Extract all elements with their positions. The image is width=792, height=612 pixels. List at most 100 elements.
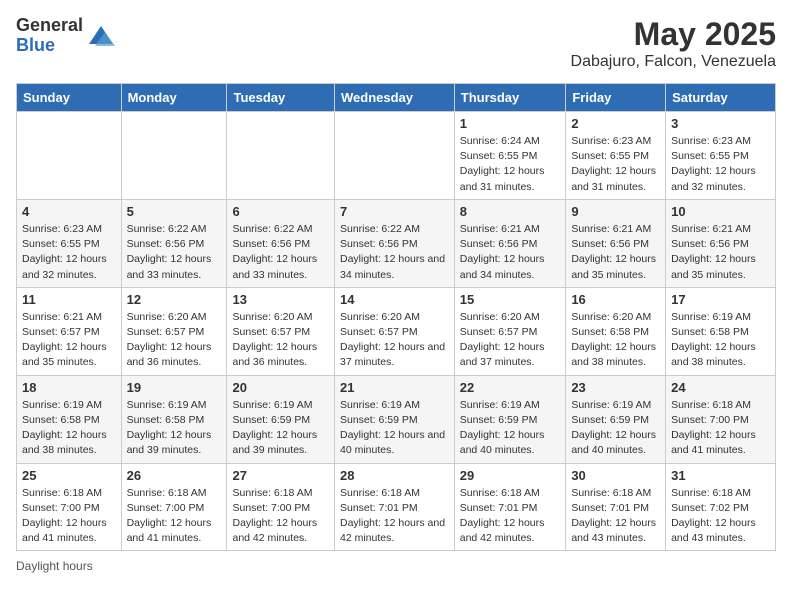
day-number: 18	[22, 380, 116, 395]
table-row: 5Sunrise: 6:22 AM Sunset: 6:56 PM Daylig…	[121, 199, 227, 287]
table-row: 22 Sunrise: 6:19 AM Sunset: 6:59 PM Dayli…	[454, 375, 566, 463]
header-tuesday: Tuesday	[227, 84, 335, 112]
table-row: 7 Sunrise: 6:22 AM Sunset: 6:56 PM Daylig…	[334, 199, 454, 287]
table-row: 18 Sunrise: 6:19 AM Sunset: 6:58 PM Dayli…	[17, 375, 122, 463]
day-info: Sunrise: 6:23 AM Sunset: 6:55 PM Dayligh…	[571, 134, 660, 195]
day-info: Sunrise: 6:19 AM Sunset: 6:58 PM Dayligh…	[22, 398, 116, 459]
day-number: 4	[22, 204, 116, 219]
day-info: Sunrise: 6:20 AM Sunset: 6:58 PM Dayligh…	[571, 310, 660, 371]
table-row: 2 Sunrise: 6:23 AM Sunset: 6:55 PM Daylig…	[566, 112, 666, 200]
day-info: Sunrise: 6:18 AM Sunset: 7:00 PM Dayligh…	[127, 486, 222, 547]
header-wednesday: Wednesday	[334, 84, 454, 112]
table-row: 10Sunrise: 6:21 AM Sunset: 6:56 PM Dayli…	[666, 199, 776, 287]
day-info: Sunrise: 6:19 AM Sunset: 6:59 PM Dayligh…	[460, 398, 561, 459]
logo: General Blue	[16, 16, 115, 56]
table-row: 1 Sunrise: 6:24 AM Sunset: 6:55 PM Daylig…	[454, 112, 566, 200]
table-row: 19Sunrise: 6:19 AM Sunset: 6:58 PM Dayli…	[121, 375, 227, 463]
table-row: 28 Sunrise: 6:18 AM Sunset: 7:01 PM Dayli…	[334, 463, 454, 551]
table-row: 20 Sunrise: 6:19 AM Sunset: 6:59 PM Dayli…	[227, 375, 335, 463]
day-number: 7	[340, 204, 449, 219]
table-row: 30 Sunrise: 6:18 AM Sunset: 7:01 PM Dayli…	[566, 463, 666, 551]
day-info: Sunrise: 6:19 AM Sunset: 6:59 PM Dayligh…	[571, 398, 660, 459]
table-row: 24 Sunrise: 6:18 AM Sunset: 7:00 PM Dayli…	[666, 375, 776, 463]
table-row: 26 Sunrise: 6:18 AM Sunset: 7:00 PM Dayli…	[121, 463, 227, 551]
table-row: 9 Sunrise: 6:21 AM Sunset: 6:56 PM Daylig…	[566, 199, 666, 287]
table-row: 14Sunrise: 6:20 AM Sunset: 6:57 PM Dayli…	[334, 287, 454, 375]
day-number: 6	[232, 204, 329, 219]
day-number: 26	[127, 468, 222, 483]
table-row: 3 Sunrise: 6:23 AM Sunset: 6:55 PM Daylig…	[666, 112, 776, 200]
day-number: 24	[671, 380, 770, 395]
table-row: 4Sunrise: 6:23 AM Sunset: 6:55 PM Daylig…	[17, 199, 122, 287]
calendar-header: Sunday Monday Tuesday Wednesday Thursday…	[17, 84, 776, 112]
calendar-body: 1 Sunrise: 6:24 AM Sunset: 6:55 PM Daylig…	[17, 112, 776, 551]
day-info: Sunrise: 6:19 AM Sunset: 6:58 PM Dayligh…	[671, 310, 770, 371]
header-saturday: Saturday	[666, 84, 776, 112]
subtitle: Dabajuro, Falcon, Venezuela	[571, 53, 776, 71]
week-row-4: 25Sunrise: 6:18 AM Sunset: 7:00 PM Dayli…	[17, 463, 776, 551]
logo-general: General	[16, 16, 83, 36]
day-number: 2	[571, 116, 660, 131]
table-row: 29Sunrise: 6:18 AM Sunset: 7:01 PM Dayli…	[454, 463, 566, 551]
day-info: Sunrise: 6:22 AM Sunset: 6:56 PM Dayligh…	[340, 222, 449, 283]
day-number: 9	[571, 204, 660, 219]
day-number: 17	[671, 292, 770, 307]
day-number: 8	[460, 204, 561, 219]
table-row: 27 Sunrise: 6:18 AM Sunset: 7:00 PM Dayli…	[227, 463, 335, 551]
day-number: 13	[232, 292, 329, 307]
table-row: 15Sunrise: 6:20 AM Sunset: 6:57 PM Dayli…	[454, 287, 566, 375]
day-number: 11	[22, 292, 116, 307]
table-row: 11 Sunrise: 6:21 AM Sunset: 6:57 PM Dayli…	[17, 287, 122, 375]
main-title: May 2025	[571, 16, 776, 53]
week-row-3: 18 Sunrise: 6:19 AM Sunset: 6:58 PM Dayli…	[17, 375, 776, 463]
table-row: 25Sunrise: 6:18 AM Sunset: 7:00 PM Dayli…	[17, 463, 122, 551]
page-header: General Blue May 2025 Dabajuro, Falcon, …	[16, 16, 776, 71]
day-number: 20	[232, 380, 329, 395]
day-info: Sunrise: 6:22 AM Sunset: 6:56 PM Dayligh…	[232, 222, 329, 283]
title-block: May 2025 Dabajuro, Falcon, Venezuela	[571, 16, 776, 71]
day-number: 14	[340, 292, 449, 307]
header-sunday: Sunday	[17, 84, 122, 112]
day-number: 16	[571, 292, 660, 307]
table-row	[17, 112, 122, 200]
footer-label: Daylight hours	[16, 559, 93, 573]
table-row: 8Sunrise: 6:21 AM Sunset: 6:56 PM Daylig…	[454, 199, 566, 287]
day-number: 29	[460, 468, 561, 483]
day-info: Sunrise: 6:23 AM Sunset: 6:55 PM Dayligh…	[671, 134, 770, 195]
table-row	[121, 112, 227, 200]
day-info: Sunrise: 6:24 AM Sunset: 6:55 PM Dayligh…	[460, 134, 561, 195]
day-number: 5	[127, 204, 222, 219]
day-number: 31	[671, 468, 770, 483]
day-number: 12	[127, 292, 222, 307]
header-thursday: Thursday	[454, 84, 566, 112]
logo-blue: Blue	[16, 36, 83, 56]
day-info: Sunrise: 6:21 AM Sunset: 6:57 PM Dayligh…	[22, 310, 116, 371]
day-info: Sunrise: 6:20 AM Sunset: 6:57 PM Dayligh…	[232, 310, 329, 371]
day-info: Sunrise: 6:21 AM Sunset: 6:56 PM Dayligh…	[571, 222, 660, 283]
day-info: Sunrise: 6:20 AM Sunset: 6:57 PM Dayligh…	[460, 310, 561, 371]
day-info: Sunrise: 6:18 AM Sunset: 7:00 PM Dayligh…	[232, 486, 329, 547]
day-number: 22	[460, 380, 561, 395]
table-row: 23Sunrise: 6:19 AM Sunset: 6:59 PM Dayli…	[566, 375, 666, 463]
day-number: 27	[232, 468, 329, 483]
week-row-0: 1 Sunrise: 6:24 AM Sunset: 6:55 PM Daylig…	[17, 112, 776, 200]
table-row: 31Sunrise: 6:18 AM Sunset: 7:02 PM Dayli…	[666, 463, 776, 551]
day-number: 21	[340, 380, 449, 395]
day-info: Sunrise: 6:18 AM Sunset: 7:00 PM Dayligh…	[671, 398, 770, 459]
logo-icon	[87, 22, 115, 50]
calendar-table: Sunday Monday Tuesday Wednesday Thursday…	[16, 83, 776, 551]
day-info: Sunrise: 6:20 AM Sunset: 6:57 PM Dayligh…	[127, 310, 222, 371]
day-number: 30	[571, 468, 660, 483]
day-number: 1	[460, 116, 561, 131]
day-number: 28	[340, 468, 449, 483]
day-info: Sunrise: 6:18 AM Sunset: 7:01 PM Dayligh…	[340, 486, 449, 547]
day-info: Sunrise: 6:19 AM Sunset: 6:59 PM Dayligh…	[232, 398, 329, 459]
table-row: 16 Sunrise: 6:20 AM Sunset: 6:58 PM Dayli…	[566, 287, 666, 375]
header-monday: Monday	[121, 84, 227, 112]
table-row: 13 Sunrise: 6:20 AM Sunset: 6:57 PM Dayli…	[227, 287, 335, 375]
day-info: Sunrise: 6:18 AM Sunset: 7:01 PM Dayligh…	[571, 486, 660, 547]
table-row: 17 Sunrise: 6:19 AM Sunset: 6:58 PM Dayli…	[666, 287, 776, 375]
week-row-2: 11 Sunrise: 6:21 AM Sunset: 6:57 PM Dayli…	[17, 287, 776, 375]
day-number: 3	[671, 116, 770, 131]
table-row: 21Sunrise: 6:19 AM Sunset: 6:59 PM Dayli…	[334, 375, 454, 463]
